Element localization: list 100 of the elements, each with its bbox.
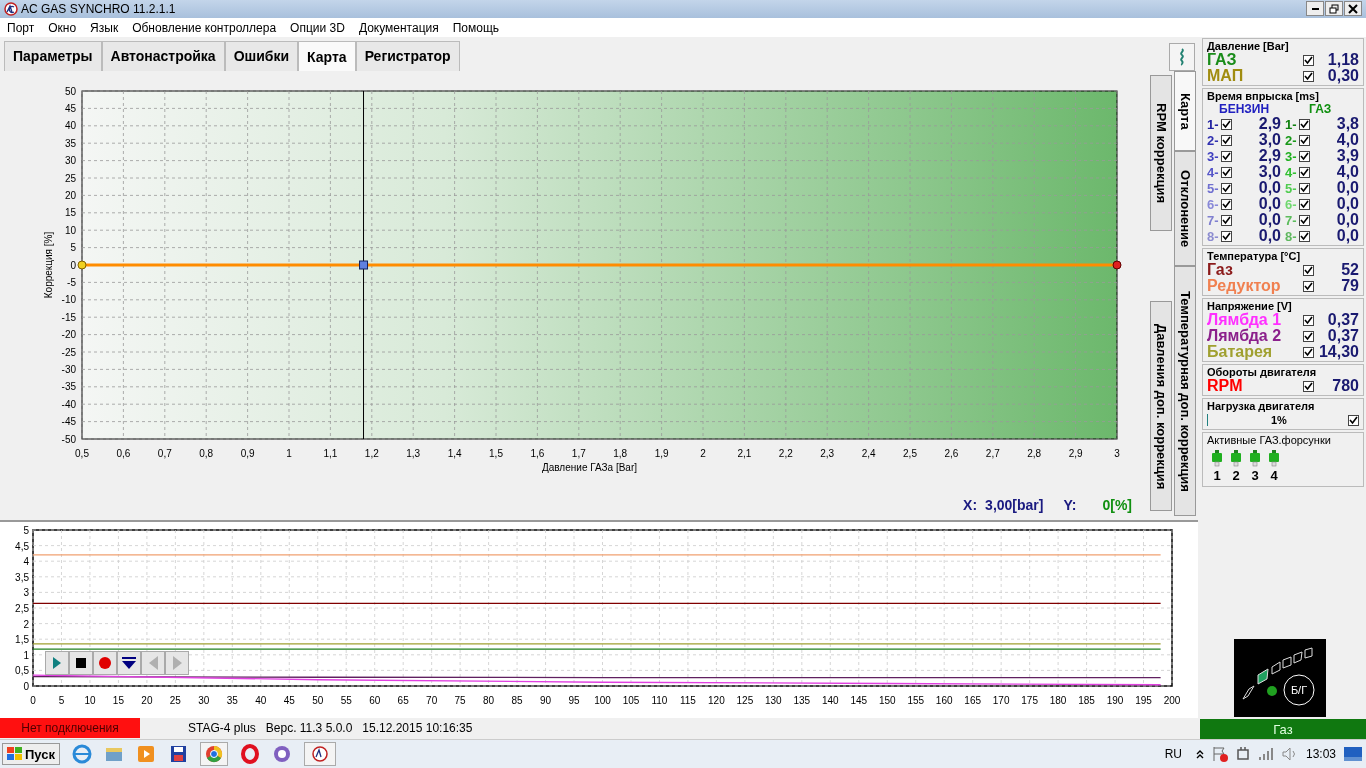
checkbox[interactable] [1303, 280, 1314, 292]
tab[interactable]: Параметры [4, 41, 102, 72]
checkbox[interactable] [1221, 150, 1232, 162]
cursor-line[interactable] [363, 90, 364, 440]
injection-time: 0,0 [1336, 211, 1359, 229]
checkbox[interactable] [1303, 346, 1314, 358]
injector-number: 2- [1207, 132, 1220, 148]
browser-icon[interactable] [200, 742, 228, 767]
x-readout-label: X: [963, 497, 978, 514]
menu-item[interactable]: Помощь [452, 20, 500, 35]
checkbox[interactable] [1221, 214, 1232, 226]
sensor-value: 0,30 [1327, 67, 1359, 86]
checkbox[interactable] [1303, 380, 1314, 392]
side-tab[interactable]: Карта [1174, 71, 1196, 152]
side-tab[interactable]: Давления доп. коррекция [1150, 301, 1172, 512]
signal-bars-icon[interactable] [1257, 747, 1274, 762]
x-tick-label: 25 [169, 694, 181, 706]
side-tab[interactable]: Отклонение [1174, 151, 1196, 267]
injector-number: 7- [1207, 212, 1220, 228]
flag-icon[interactable] [1211, 746, 1228, 763]
caret-up-icon[interactable] [1195, 749, 1204, 760]
checkbox[interactable] [1221, 198, 1232, 210]
menu-item[interactable]: Опции 3D [290, 20, 345, 35]
checkbox[interactable] [1221, 166, 1232, 178]
x-tick-label: 0,6 [116, 448, 131, 460]
y-tick-label: -5 [67, 277, 76, 289]
checkbox[interactable] [1303, 70, 1314, 82]
language-indicator[interactable]: RU [1164, 747, 1182, 762]
globe-icon[interactable] [72, 744, 92, 765]
tab[interactable]: Ошибки [224, 41, 299, 72]
curve-point[interactable] [77, 260, 87, 270]
x-tick-label: 2,9 [1068, 448, 1083, 460]
x-tick-label: 95 [568, 694, 580, 706]
x-tick-label: 75 [454, 694, 466, 706]
checkbox[interactable] [1299, 230, 1310, 242]
stop-button[interactable] [69, 650, 93, 675]
y-tick-label: 50 [64, 85, 76, 97]
record-icon [99, 656, 111, 669]
menu-item[interactable]: Окно [48, 20, 77, 35]
menu-item[interactable]: Обновление контроллера [132, 20, 277, 35]
menu-item[interactable]: Порт [7, 20, 35, 35]
x-tick-label: 1,7 [571, 448, 586, 460]
x-tick-label: 100 [594, 694, 611, 706]
app-logo-icon[interactable] [304, 742, 336, 767]
fuel-switch-drawing[interactable]: Б/Г [1234, 639, 1326, 718]
checkbox[interactable] [1299, 214, 1310, 226]
close-button[interactable] [1344, 1, 1362, 17]
x-readout-value: 3,00[bar] [985, 497, 1044, 514]
injection-time: 4,0 [1336, 131, 1359, 149]
y-tick-label: -40 [61, 399, 76, 410]
checkbox[interactable] [1348, 414, 1359, 426]
restore-button[interactable] [1325, 1, 1343, 17]
clock[interactable]: 13:03 [1305, 747, 1336, 762]
sensor-label: Лямбда 2 [1207, 327, 1283, 346]
start-button[interactable]: Пуск [2, 743, 60, 766]
tab[interactable]: Регистратор [355, 41, 460, 72]
x-tick-label: 15 [112, 694, 124, 706]
injector-number: 8- [1207, 228, 1220, 244]
checkbox[interactable] [1303, 330, 1314, 342]
checkbox[interactable] [1299, 118, 1310, 130]
minimize-button[interactable] [1306, 1, 1324, 17]
monitor-icon[interactable] [1344, 747, 1362, 762]
side-tab[interactable]: Температурная доп. коррекция [1174, 266, 1196, 517]
y-tick-label: 35 [64, 138, 76, 149]
injection-time: 0,0 [1258, 195, 1281, 213]
speaker-icon[interactable] [1281, 747, 1298, 762]
menu-item[interactable]: Документация [358, 20, 439, 35]
down-button[interactable] [117, 650, 141, 675]
menu-item[interactable]: Язык [90, 20, 119, 35]
tab[interactable]: Автонастройка [101, 41, 225, 72]
checkbox[interactable] [1299, 198, 1310, 210]
y-tick-label: 3,5 [15, 571, 29, 583]
checkbox[interactable] [1303, 314, 1314, 326]
checkbox[interactable] [1221, 182, 1232, 194]
injection-time: 3,9 [1336, 147, 1359, 165]
checkbox[interactable] [1221, 134, 1232, 146]
x-tick-label: 1,8 [613, 448, 628, 460]
checkbox[interactable] [1303, 54, 1314, 66]
fuel-status: Газ [1200, 719, 1366, 740]
ring-icon[interactable] [240, 744, 260, 765]
checkbox[interactable] [1299, 182, 1310, 194]
checkbox[interactable] [1221, 118, 1232, 130]
curve-point[interactable] [1112, 260, 1122, 270]
record-button[interactable] [93, 650, 117, 675]
tool-button[interactable] [1169, 43, 1195, 72]
x-tick-label: 1,9 [654, 448, 669, 460]
play-button[interactable] [45, 650, 69, 675]
plug-icon[interactable] [1235, 746, 1250, 763]
checkbox[interactable] [1303, 264, 1314, 276]
checkbox[interactable] [1221, 230, 1232, 242]
checkbox[interactable] [1299, 166, 1310, 178]
checkbox[interactable] [1299, 150, 1310, 162]
injector-number: 5- [1285, 180, 1298, 196]
side-tab[interactable]: RPM коррекция [1150, 75, 1172, 232]
device-name: STAG-4 plus [188, 721, 256, 736]
sensor-label: Редуктор [1207, 277, 1282, 296]
checkbox[interactable] [1299, 134, 1310, 146]
injection-time: 0,0 [1258, 179, 1281, 197]
tab[interactable]: Карта [298, 41, 356, 72]
y-tick-label: 0 [70, 259, 76, 271]
